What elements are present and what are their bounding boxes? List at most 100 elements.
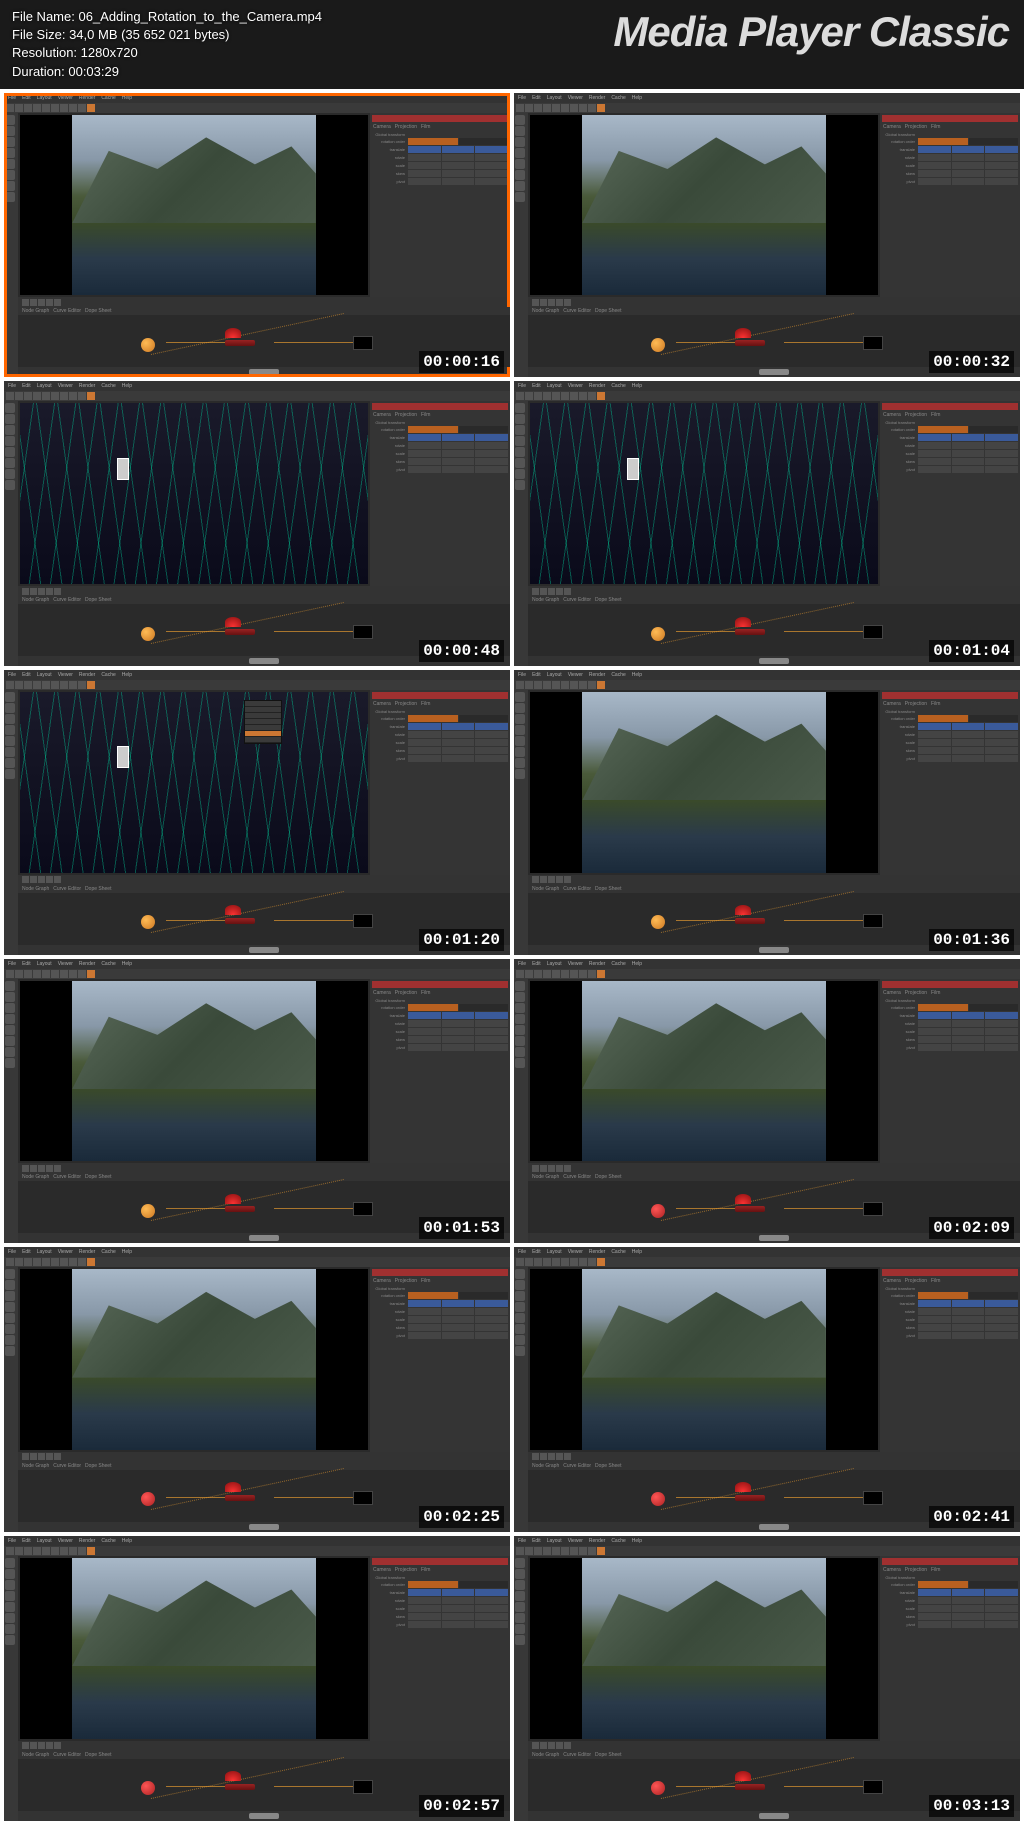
sidebar-tool-icon[interactable]	[5, 403, 15, 413]
menu-item[interactable]: Layout	[547, 383, 562, 389]
menu-item[interactable]: Viewer	[58, 1249, 73, 1255]
tool-button[interactable]	[6, 970, 14, 978]
rotate-x[interactable]	[408, 1308, 441, 1315]
tab-projection[interactable]: Projection	[395, 124, 417, 130]
menu-item[interactable]: File	[518, 672, 526, 678]
translate-z[interactable]	[475, 146, 508, 153]
sidebar-tool-icon[interactable]	[5, 1058, 15, 1068]
viewer-panel[interactable]	[530, 692, 878, 873]
viewer-panel[interactable]	[530, 403, 878, 584]
translate-y[interactable]	[952, 1012, 985, 1019]
light-node[interactable]	[225, 1194, 241, 1204]
scale-x[interactable]	[918, 162, 951, 169]
ffwd-button[interactable]	[54, 876, 61, 883]
translate-z[interactable]	[475, 723, 508, 730]
menu-item[interactable]: Viewer	[568, 1538, 583, 1544]
tool-button[interactable]	[60, 970, 68, 978]
menu-item[interactable]: Layout	[547, 1538, 562, 1544]
tab-dopesheet[interactable]: Dope Sheet	[595, 597, 621, 603]
render-node[interactable]	[735, 1495, 765, 1501]
step-back-button[interactable]	[540, 588, 547, 595]
tool-button[interactable]	[60, 392, 68, 400]
render-node[interactable]	[735, 340, 765, 346]
menu-item[interactable]: Help	[122, 1538, 132, 1544]
sidebar-tool-icon[interactable]	[5, 1047, 15, 1057]
viewer-panel[interactable]	[530, 981, 878, 1162]
scale-y[interactable]	[442, 1316, 475, 1323]
sidebar-tool-icon[interactable]	[5, 1269, 15, 1279]
translate-x[interactable]	[918, 1300, 951, 1307]
scale-y[interactable]	[952, 1028, 985, 1035]
menu-item[interactable]: File	[8, 1538, 16, 1544]
video-thumbnail[interactable]: File Edit Layout Viewer Render Cache Hel…	[4, 1536, 510, 1821]
rotate-y[interactable]	[442, 1597, 475, 1604]
tool-button[interactable]	[42, 392, 50, 400]
scale-z[interactable]	[475, 1028, 508, 1035]
camera-node[interactable]	[651, 1781, 665, 1795]
rotate-y[interactable]	[952, 442, 985, 449]
rotate-x[interactable]	[918, 1308, 951, 1315]
viewer-panel[interactable]	[530, 115, 878, 296]
translate-y[interactable]	[442, 434, 475, 441]
video-thumbnail[interactable]: File Edit Layout Viewer Render Cache Hel…	[514, 1247, 1020, 1532]
scale-z[interactable]	[475, 739, 508, 746]
light-node[interactable]	[225, 905, 241, 915]
sidebar-tool-icon[interactable]	[515, 469, 525, 479]
tool-button[interactable]	[579, 681, 587, 689]
sidebar-tool-icon[interactable]	[5, 425, 15, 435]
tool-button[interactable]	[69, 104, 77, 112]
translate-x[interactable]	[408, 1012, 441, 1019]
tab-projection[interactable]: Projection	[395, 1278, 417, 1284]
scale-y[interactable]	[442, 1605, 475, 1612]
tool-button[interactable]	[42, 970, 50, 978]
translate-y[interactable]	[952, 434, 985, 441]
translate-y[interactable]	[442, 1012, 475, 1019]
tab-dopesheet[interactable]: Dope Sheet	[595, 1463, 621, 1469]
tab-curveeditor[interactable]: Curve Editor	[563, 1752, 591, 1758]
tool-button[interactable]	[6, 1258, 14, 1266]
scale-y[interactable]	[952, 1316, 985, 1323]
translate-x[interactable]	[918, 146, 951, 153]
ffwd-button[interactable]	[564, 299, 571, 306]
tool-button[interactable]	[570, 392, 578, 400]
tool-button[interactable]	[588, 392, 596, 400]
rotate-y[interactable]	[952, 1308, 985, 1315]
viewer-panel[interactable]	[20, 403, 368, 584]
sidebar-tool-icon[interactable]	[5, 192, 15, 202]
scale-y[interactable]	[442, 739, 475, 746]
render-node[interactable]	[735, 1784, 765, 1790]
tool-button[interactable]	[69, 1547, 77, 1555]
ffwd-button[interactable]	[564, 1742, 571, 1749]
video-thumbnail[interactable]: File Edit Layout Viewer Render Cache Hel…	[4, 381, 510, 666]
tool-button[interactable]	[543, 1547, 551, 1555]
rotate-z[interactable]	[985, 442, 1018, 449]
translate-z[interactable]	[985, 1012, 1018, 1019]
tab-nodegraph[interactable]: Node Graph	[532, 597, 559, 603]
tool-button[interactable]	[570, 1258, 578, 1266]
scale-z[interactable]	[985, 1028, 1018, 1035]
sidebar-tool-icon[interactable]	[515, 1635, 525, 1645]
menu-item[interactable]: Cache	[101, 383, 115, 389]
tool-button[interactable]	[42, 681, 50, 689]
tool-button[interactable]	[561, 104, 569, 112]
tab-curveeditor[interactable]: Curve Editor	[563, 308, 591, 314]
rewind-button[interactable]	[532, 588, 539, 595]
tab-projection[interactable]: Projection	[905, 124, 927, 130]
sidebar-tool-icon[interactable]	[5, 1624, 15, 1634]
render-node[interactable]	[225, 918, 255, 924]
tab-camera[interactable]: Camera	[883, 1567, 901, 1573]
video-thumbnail[interactable]: File Edit Layout Viewer Render Cache Hel…	[514, 93, 1020, 378]
video-thumbnail[interactable]: File Edit Layout Viewer Render Cache Hel…	[4, 670, 510, 955]
menu-item[interactable]: Cache	[611, 1249, 625, 1255]
light-node[interactable]	[225, 617, 241, 627]
sidebar-tool-icon[interactable]	[5, 1036, 15, 1046]
rotate-y[interactable]	[952, 1597, 985, 1604]
menu-item[interactable]: Layout	[37, 383, 52, 389]
tool-button[interactable]	[525, 1547, 533, 1555]
translate-y[interactable]	[442, 1300, 475, 1307]
tool-button[interactable]	[597, 1547, 605, 1555]
menu-item[interactable]: Viewer	[568, 961, 583, 967]
tool-button[interactable]	[15, 392, 23, 400]
rotation-order-field[interactable]	[918, 1004, 968, 1011]
menu-item[interactable]: Render	[589, 95, 605, 101]
